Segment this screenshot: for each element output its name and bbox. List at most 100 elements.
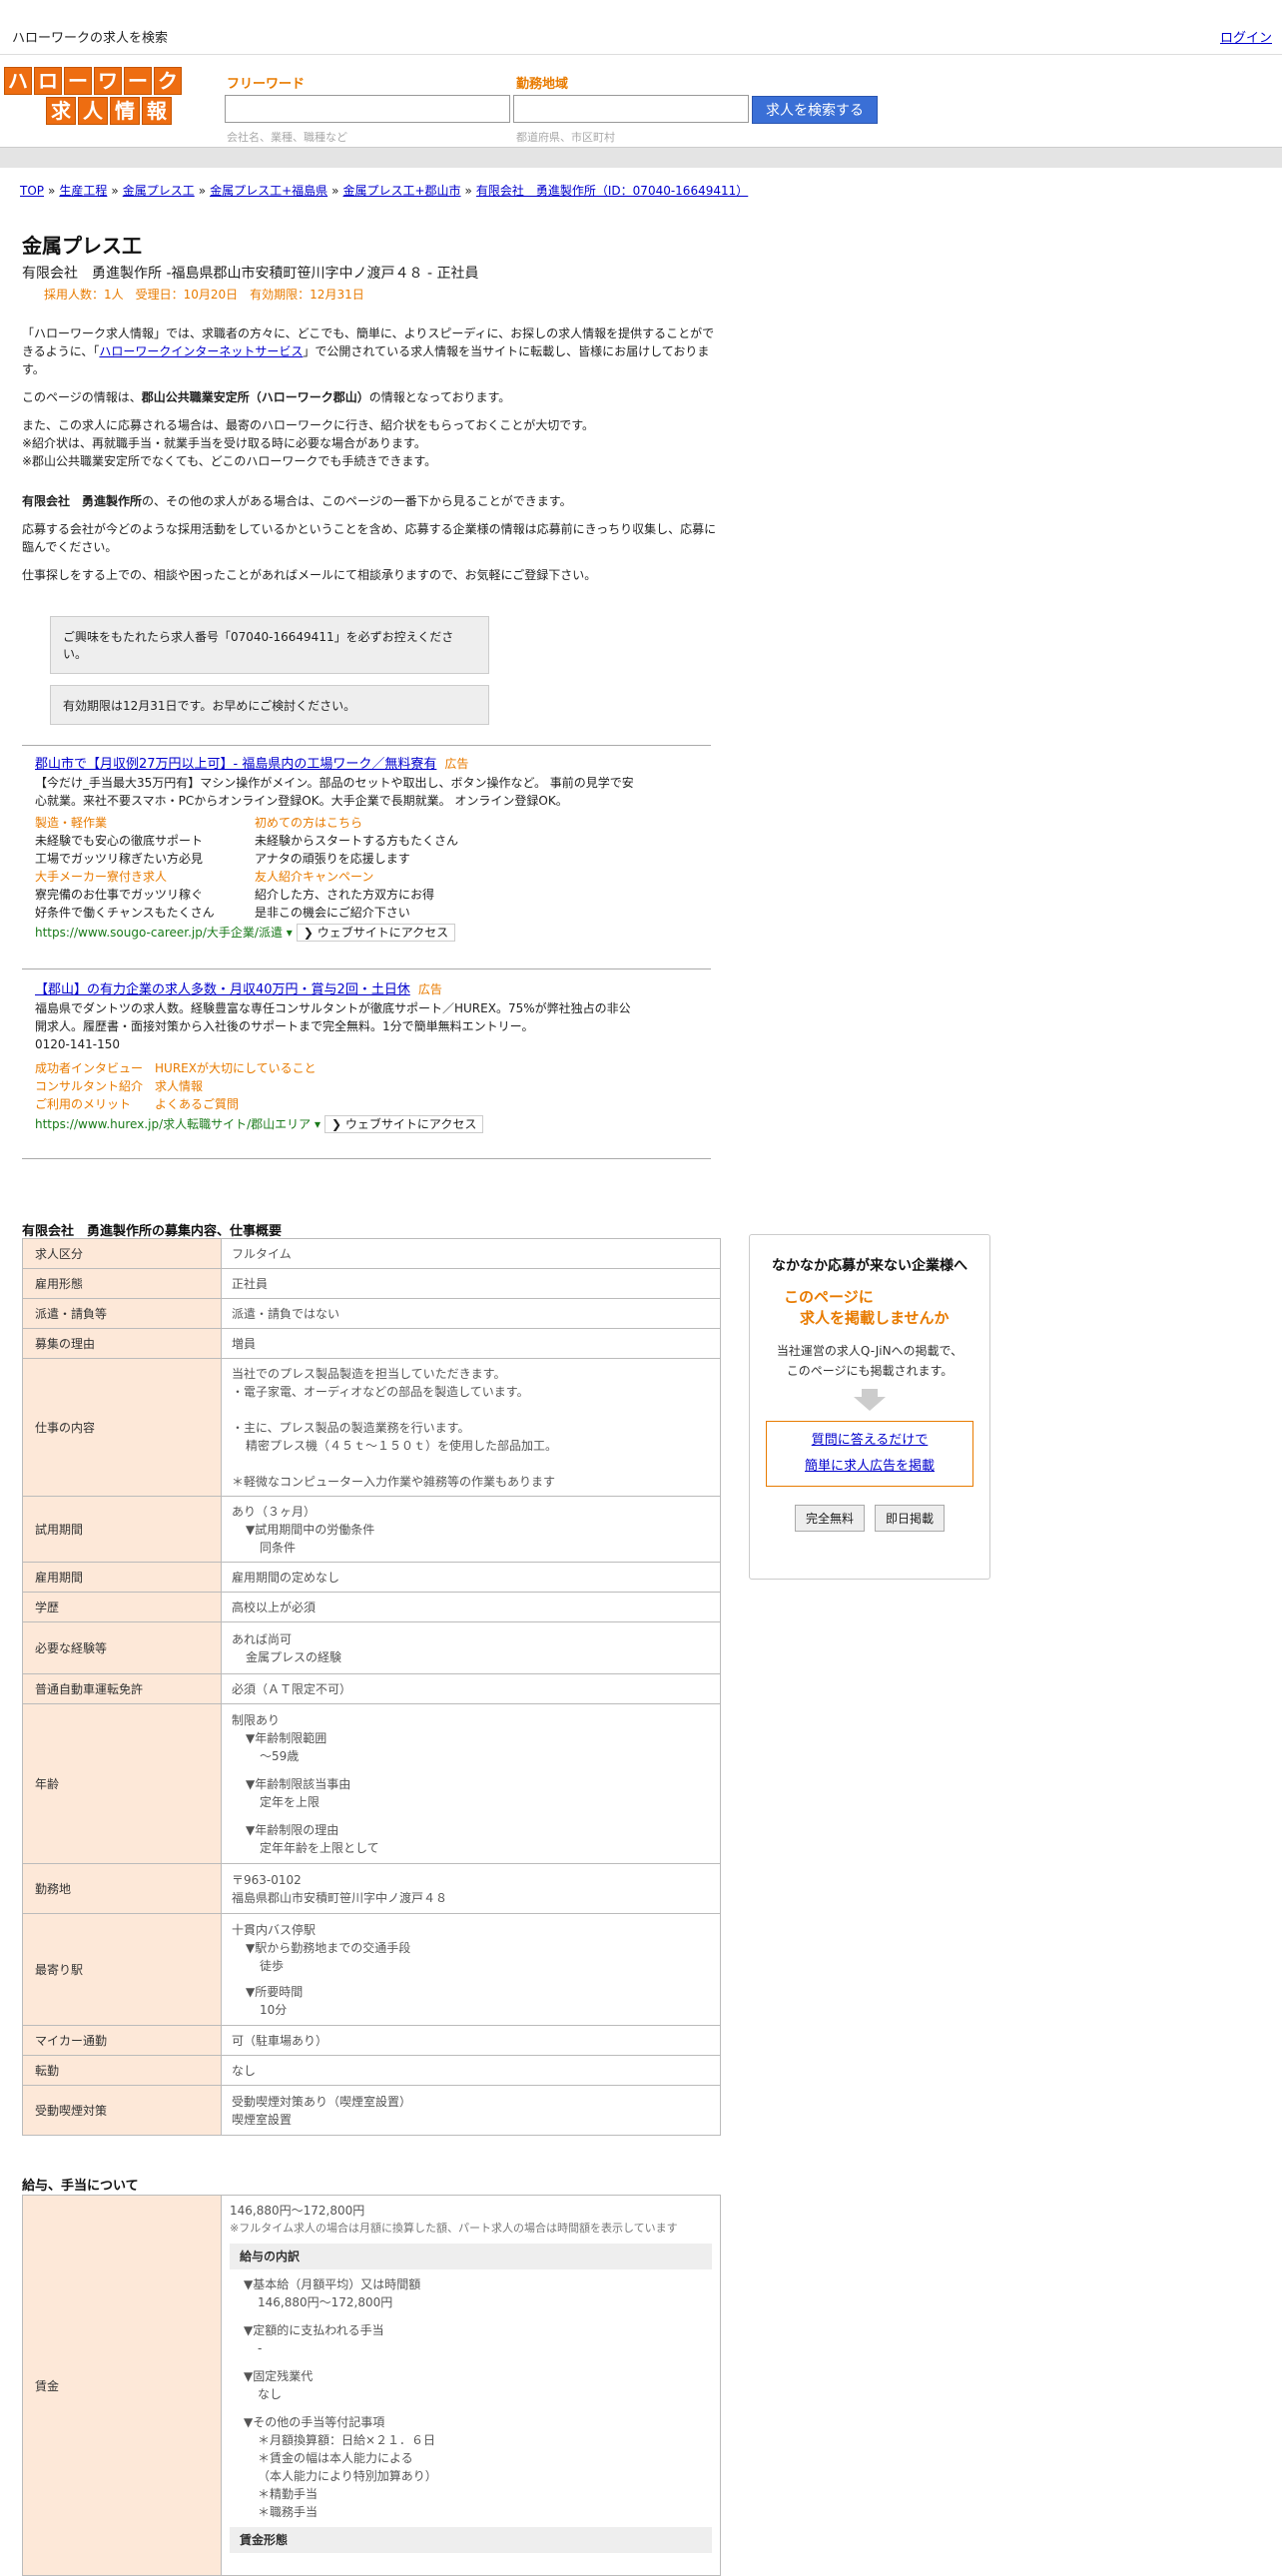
table-row: 最寄り駅 十貫内バス停駅 ▼駅から勤務地までの交通手段 徒歩 ▼所要時間 10分 <box>22 1913 721 2026</box>
job-main: 金属プレス工 有限会社 勇進製作所 -福島県郡山市安積町笹川字中ノ渡戸４８ - … <box>22 230 721 584</box>
logo-char: 情 <box>110 97 140 125</box>
ad-title-link[interactable]: 【郡山】の有力企業の求人多数・月収40万円・賞与2回・土日休 <box>35 982 410 997</box>
logo-char: ー <box>124 67 152 95</box>
breadcrumb-link[interactable]: 金属プレス工 <box>123 184 195 198</box>
table-row: 雇用期間 雇用期間の定めなし <box>22 1562 721 1593</box>
freeword-label: フリーワード <box>227 77 306 92</box>
table-row: 転勤 なし <box>22 2055 721 2086</box>
table-row: 募集の理由 増員 <box>22 1328 721 1359</box>
down-arrow-icon <box>862 1389 878 1397</box>
ad-sitelink[interactable]: 製造・軽作業 未経験でも安心の徹底サポート 工場でガッツリ稼ぎたい方必見 <box>35 814 255 868</box>
table-row: 受動喫煙対策 受動喫煙対策あり（喫煙室設置） 喫煙室設置 <box>22 2085 721 2136</box>
header-divider <box>0 147 1282 168</box>
ad-block: 【郡山】の有力企業の求人多数・月収40万円・賞与2回・土日休 広告 福島県でダント… <box>35 980 634 1133</box>
table-row: 勤務地 〒963-0102 福島県郡山市安積町笹川字中ノ渡戸４８ <box>22 1863 721 1914</box>
ad-sitelink[interactable]: HUREXが大切にしていること <box>155 1061 317 1075</box>
promo-link[interactable]: 簡単に求人広告を掲載 <box>805 1459 935 1474</box>
breadcrumb-link[interactable]: 有限会社 勇進製作所（ID：07040-16649411） <box>476 184 748 198</box>
table-row: 年齢 制限あり ▼年齢制限範囲 〜59歳 ▼年齢制限該当事由 定年を上限 ▼年齢制限の理由… <box>22 1703 721 1864</box>
job-number-notice: ご興味をもたれたら求人番号「07040-16649411」を必ずお控えください。 <box>50 616 489 674</box>
logo-char: 報 <box>142 97 172 125</box>
ad-sitelink[interactable]: ご利用のメリット <box>35 1097 131 1111</box>
research-paragraph: 応募する会社が今どのような採用活動をしているかということを含め、応募する企業様の… <box>22 522 717 554</box>
breadcrumb-link[interactable]: 生産工程 <box>59 184 107 198</box>
freeword-input[interactable] <box>225 95 510 123</box>
ad-block: 郡山市で【月収例27万円以上可】- 福島県内の工場ワーク／無料寮有 広告 【今だけ… <box>35 757 634 942</box>
wage-note: ※フルタイム求人の場合は月額に換算した額、パート求人の場合は時間額を表示していま… <box>230 2222 678 2235</box>
ad-phone[interactable]: 0120-141-150 <box>35 1035 634 1053</box>
wage-range: 146,880円〜172,800円 <box>230 2204 365 2218</box>
table-row: 雇用形態 正社員 <box>22 1268 721 1299</box>
table-row: マイカー通勤 可（駐車場あり） <box>22 2025 721 2056</box>
search-button[interactable]: 求人を検索する <box>752 96 878 124</box>
promo-heading: なかなか応募が来ない企業様へ <box>772 1258 967 1274</box>
top-bar: ハローワークの求人を検索 ログイン <box>0 0 1282 55</box>
logo-char: ワ <box>94 67 122 95</box>
table-row: 普通自動車運転免許 必須（ＡＴ限定不可） <box>22 1673 721 1704</box>
ad-visit-button[interactable]: ❯ ウェブサイトにアクセス <box>296 924 456 942</box>
logo-char: ー <box>64 67 92 95</box>
ad-sitelink[interactable]: 初めての方はこちら 未経験からスタートする方もたくさん アナタの頑張りを応援します <box>255 814 514 868</box>
site-title[interactable]: ハローワークの求人を検索 <box>12 27 168 46</box>
ad-description: 福島県でダントツの求人数。経験豊富な専任コンサルタントが徹底サポート／HUREX… <box>35 1001 631 1033</box>
table-row: 派遣・請負等 派遣・請負ではない <box>22 1298 721 1329</box>
same-day-button[interactable]: 即日掲載 <box>875 1505 946 1532</box>
table-row: 試用期間 あり（３ヶ月） ▼試用期間中の労働条件 同条件 <box>22 1496 721 1563</box>
ad-description: 【今だけ_手当最大35万円有】マシン操作がメイン。部品のセットや取出し、ボタン操… <box>35 776 634 808</box>
breadcrumb-link[interactable]: 金属プレス工+郡山市 <box>342 184 460 198</box>
hellowork-logo[interactable]: ハ ロ ー ワ ー ク 求 人 情 報 <box>4 67 182 125</box>
free-button[interactable]: 完全無料 <box>794 1505 865 1532</box>
promo-link[interactable]: 質問に答えるだけで <box>812 1433 929 1448</box>
expiry-notice: 有効期限は12月31日です。お早めにご検討ください。 <box>50 685 489 725</box>
ad-url[interactable]: https://www.hurex.jp/求人転職サイト/郡山エリア <box>35 1117 311 1131</box>
other-jobs-paragraph: 有限会社 勇進製作所の、その他の求人がある場合は、このページの一番下から見ること… <box>22 494 572 508</box>
breadcrumb-link[interactable]: TOP <box>20 184 44 198</box>
ad-badge: 広告 <box>444 757 469 771</box>
job-meta: 採用人数：1人 受理日：10月20日 有効期限：12月31日 <box>44 288 364 302</box>
promo-description: 当社運営の求人Q-JiNへの掲載で、 このページにも掲載されます。 <box>776 1344 963 1378</box>
table-row: 必要な経験等 あれば尚可 金属プレスの経験 <box>22 1621 721 1674</box>
breadcrumb-link[interactable]: 金属プレス工+福島県 <box>210 184 327 198</box>
login-link[interactable]: ログイン <box>1220 27 1272 46</box>
breadcrumb: TOP» 生産工程» 金属プレス工» 金属プレス工+福島県» 金属プレス工+郡山市» 有限… <box>20 184 749 198</box>
summary-table: 求人区分 フルタイム 雇用形態 正社員 派遣・請負等 派遣・請負ではない 募集の理由増… <box>22 1238 721 2136</box>
table-row: 仕事の内容 当社でのプレス製品製造を担当していただきます。 ・電子家電、オーディオ… <box>22 1358 721 1497</box>
job-title: 金属プレス工 <box>22 234 142 258</box>
logo-char: ロ <box>34 67 62 95</box>
ad-sitelink[interactable]: 大手メーカー寮付き求人 寮完備のお仕事でガッツリ稼ぐ 好条件で働くチャンスもたくさん <box>35 868 255 922</box>
employer-promo: なかなか応募が来ない企業様へ このページに 求人を掲載しませんか 当社運営の求人Q… <box>749 1234 990 1580</box>
down-arrow-icon <box>854 1397 886 1411</box>
ad-sitelink[interactable]: よくあるご質問 <box>155 1097 239 1111</box>
ad-divider <box>22 1158 711 1159</box>
search-header: ハ ロ ー ワ ー ク 求 人 情 報 フリーワード 会社名、業種、職種など 勤… <box>0 55 1282 147</box>
promo-link-box: 質問に答えるだけで 簡単に求人広告を掲載 <box>766 1421 973 1487</box>
logo-char: ク <box>154 67 182 95</box>
wage-form-header: 賃金形態 <box>230 2527 712 2553</box>
ad-visit-button[interactable]: ❯ ウェブサイトにアクセス <box>324 1115 484 1133</box>
promo-offer: このページに 求人を掲載しませんか <box>784 1288 950 1327</box>
source-paragraph: このページの情報は、郡山公共職業安定所（ハローワーク郡山）の情報となっております… <box>22 390 511 404</box>
ad-divider <box>22 968 711 969</box>
breakdown-header: 給与の内訳 <box>230 2244 712 2269</box>
wage-table: 賃金 146,880円〜172,800円 ※フルタイム求人の場合は月額に換算した… <box>22 2195 721 2576</box>
ad-divider <box>22 745 711 746</box>
ad-sitelink[interactable]: 求人情報 <box>155 1079 203 1093</box>
table-row: 求人区分 フルタイム <box>22 1238 721 1269</box>
ad-sitelink[interactable]: 友人紹介キャンペーン 紹介した方、された方双方にお得 是非この機会にご紹介下さい <box>255 868 514 922</box>
intro-paragraph: 「ハローワーク求人情報」では、求職者の方々に、どこでも、簡単に、よりスピーディに… <box>22 326 715 376</box>
table-row: 学歴 高校以上が必須 <box>22 1592 721 1622</box>
ad-sitelink[interactable]: コンサルタント紹介 <box>35 1079 143 1093</box>
area-placeholder: 都道府県、市区町村 <box>516 131 615 144</box>
ad-url[interactable]: https://www.sougo-career.jp/大手企業/派遣 <box>35 926 283 940</box>
ad-badge: 広告 <box>417 982 442 996</box>
job-subtitle: 有限会社 勇進製作所 -福島県郡山市安積町笹川字中ノ渡戸４８ - 正社員 <box>22 266 479 282</box>
consult-paragraph: 仕事探しをする上での、相談や困ったことがあればメールにて相談承りますので、お気軽… <box>22 568 597 582</box>
logo-char: 求 <box>46 97 76 125</box>
area-input[interactable] <box>513 95 749 123</box>
table-row: 賃金 146,880円〜172,800円 ※フルタイム求人の場合は月額に換算した… <box>22 2195 721 2576</box>
logo-char: 人 <box>78 97 108 125</box>
hellowork-internet-link[interactable]: ハローワークインターネットサービス <box>99 344 303 358</box>
ad-sitelink[interactable]: 成功者インタビュー <box>35 1061 143 1075</box>
ad-title-link[interactable]: 郡山市で【月収例27万円以上可】- 福島県内の工場ワーク／無料寮有 <box>35 757 436 772</box>
wage-title: 給与、手当について <box>22 2179 139 2194</box>
